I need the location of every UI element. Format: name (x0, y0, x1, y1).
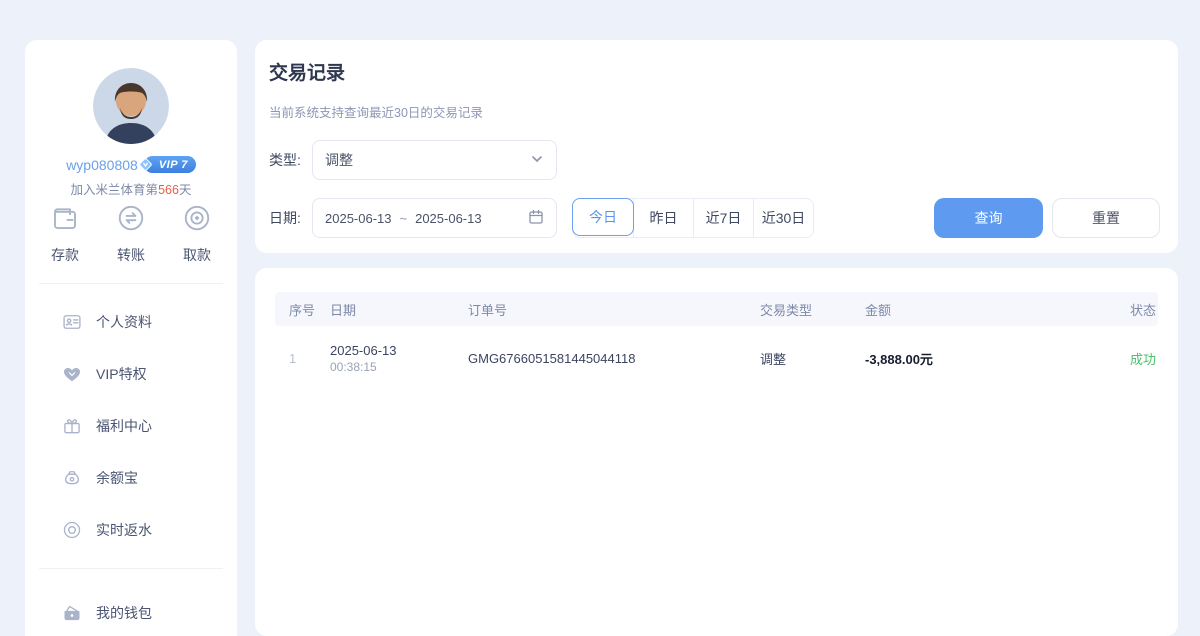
vip-icon (62, 364, 82, 384)
filter-card: 交易记录 当前系统支持查询最近30日的交易记录 类型: 调整 日期: 2025-… (255, 40, 1178, 253)
query-button[interactable]: 查询 (934, 198, 1043, 238)
welfare-icon (62, 416, 82, 436)
join-days-line: 加入米兰体育第566天 (25, 179, 237, 198)
sidebar-menu: 个人资料 VIP特权 福利中心 (25, 296, 237, 556)
vip-badge-label: VIP 7 (159, 159, 188, 171)
date-range-input[interactable]: 2025-06-13 ~ 2025-06-13 (312, 198, 557, 238)
range-30days-button[interactable]: 近30日 (753, 199, 813, 237)
col-header-index: 序号 (275, 300, 330, 319)
date-quick-range-group: 今日 昨日 近7日 近30日 (572, 198, 814, 238)
col-header-amount: 金额 (865, 300, 1113, 319)
sidebar-item-label: VIP特权 (96, 364, 147, 384)
row-time: 00:38:15 (330, 359, 468, 375)
sidebar-item-label: 实时返水 (96, 520, 152, 540)
row-type: 调整 (760, 349, 865, 368)
avatar (93, 68, 169, 144)
type-select-value: 调整 (325, 150, 353, 170)
col-header-date: 日期 (330, 300, 468, 319)
withdraw-label: 取款 (183, 245, 211, 265)
row-status: 成功 (1113, 349, 1158, 368)
row-index: 1 (275, 351, 330, 366)
sidebar-item-label: 个人资料 (96, 312, 152, 332)
wallet-icon (62, 603, 82, 623)
profile-icon (62, 312, 82, 332)
sidebar-divider (39, 568, 223, 569)
quick-actions: 存款 转账 取款 (25, 203, 237, 265)
date-start-value: 2025-06-13 (325, 211, 392, 226)
row-date: 2025-06-13 (330, 342, 468, 359)
sidebar-item-label: 福利中心 (96, 416, 152, 436)
range-7days-button[interactable]: 近7日 (693, 199, 753, 237)
vip-badge: VIP 7 (144, 156, 196, 173)
withdraw-icon (182, 203, 212, 238)
transfer-label: 转账 (117, 245, 145, 265)
date-end-value: 2025-06-13 (415, 211, 482, 226)
table-card: 序号 日期 订单号 交易类型 金额 状态 1 2025-06-13 00:38:… (255, 268, 1178, 636)
sidebar-item-wallet[interactable]: 我的钱包 (25, 587, 237, 636)
user-name-row: wyp080808 VIP 7 (25, 156, 237, 173)
reset-button[interactable]: 重置 (1052, 198, 1160, 238)
sidebar-item-rebate[interactable]: 实时返水 (25, 504, 237, 556)
chevron-down-icon (530, 152, 544, 169)
page-subtitle: 当前系统支持查询最近30日的交易记录 (269, 102, 483, 121)
row-amount: -3,888.00元 (865, 349, 1113, 368)
deposit-icon (50, 203, 80, 238)
table-header: 序号 日期 订单号 交易类型 金额 状态 (275, 292, 1158, 326)
sidebar: wyp080808 VIP 7 加入米兰体育第566天 存款 (25, 40, 237, 636)
rebate-icon (62, 520, 82, 540)
yuebao-icon (62, 468, 82, 488)
sidebar-item-label: 我的钱包 (96, 603, 152, 623)
sidebar-item-profile[interactable]: 个人资料 (25, 296, 237, 348)
sidebar-item-welfare[interactable]: 福利中心 (25, 400, 237, 452)
sidebar-item-label: 余额宝 (96, 468, 138, 488)
username: wyp080808 (66, 157, 138, 173)
transfer-icon (116, 203, 146, 238)
sidebar-item-vip[interactable]: VIP特权 (25, 348, 237, 400)
row-order-no: GMG6766051581445044118 (468, 351, 760, 366)
range-yesterday-button[interactable]: 昨日 (633, 199, 693, 237)
calendar-icon (528, 209, 544, 228)
col-header-status: 状态 (1113, 300, 1158, 319)
sidebar-menu-secondary: 我的钱包 (25, 587, 237, 636)
deposit-button[interactable]: 存款 (37, 203, 93, 265)
range-today-button[interactable]: 今日 (572, 198, 634, 236)
date-label: 日期: (269, 198, 301, 238)
table-row: 1 2025-06-13 00:38:15 GMG676605158144504… (275, 326, 1158, 390)
type-select[interactable]: 调整 (312, 140, 557, 180)
sidebar-divider (39, 283, 223, 284)
date-separator: ~ (400, 211, 408, 226)
sidebar-item-yuebao[interactable]: 余额宝 (25, 452, 237, 504)
withdraw-button[interactable]: 取款 (169, 203, 225, 265)
page-title: 交易记录 (269, 58, 345, 85)
row-datetime: 2025-06-13 00:38:15 (330, 342, 468, 375)
type-label: 类型: (269, 140, 301, 180)
transfer-button[interactable]: 转账 (103, 203, 159, 265)
col-header-order: 订单号 (468, 300, 760, 319)
vip-diamond-icon (137, 156, 154, 176)
join-days-count: 566 (158, 183, 179, 197)
deposit-label: 存款 (51, 245, 79, 265)
page: { "sidebar": { "username": "wyp080808", … (0, 0, 1200, 636)
col-header-type: 交易类型 (760, 300, 865, 319)
